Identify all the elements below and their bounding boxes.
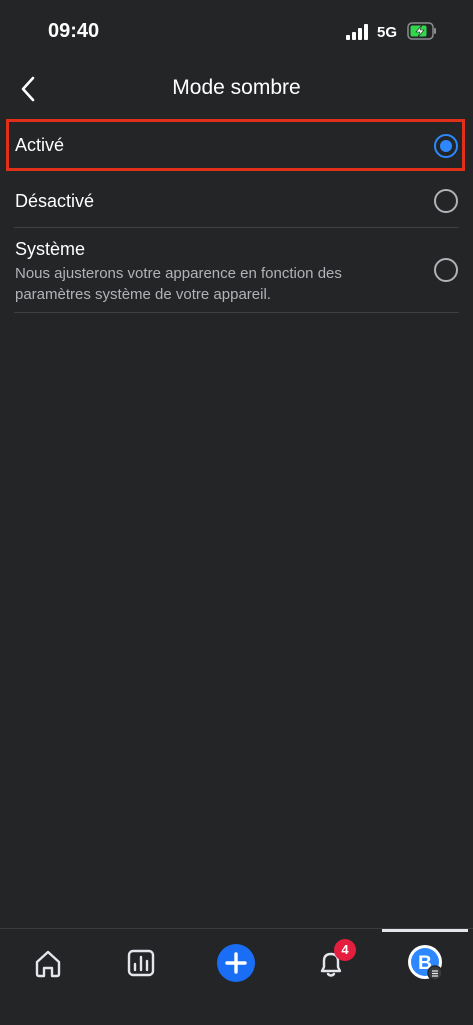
- page-title: Mode sombre: [172, 76, 301, 99]
- option-inactive[interactable]: Désactivé: [0, 174, 473, 228]
- radio-unselected-icon[interactable]: [434, 189, 458, 213]
- tab-create[interactable]: [216, 943, 256, 983]
- chart-icon: [127, 949, 155, 977]
- battery-charging-icon: [407, 22, 436, 40]
- active-tab-indicator: [382, 929, 468, 932]
- highlight-box: [6, 119, 465, 171]
- avatar-icon: B: [408, 945, 443, 981]
- notification-badge: 4: [334, 939, 356, 961]
- header: Mode sombre: [0, 62, 473, 116]
- network-type: 5G: [377, 24, 398, 41]
- option-label: Désactivé: [15, 191, 95, 211]
- option-description: Nous ajusterons votre apparence en fonct…: [15, 265, 342, 303]
- divider: [14, 312, 459, 313]
- tab-profile[interactable]: B: [405, 943, 445, 983]
- tab-bar: B: [0, 928, 473, 1025]
- tab-stats[interactable]: [121, 943, 161, 983]
- status-bar: 09:40 5G: [0, 0, 473, 62]
- home-icon: [35, 950, 61, 978]
- plus-icon: [217, 944, 255, 982]
- status-time: 09:40: [48, 20, 100, 42]
- radio-unselected-icon[interactable]: [434, 258, 458, 282]
- signal-bars-icon: [346, 24, 370, 40]
- option-system[interactable]: Système Nous ajusterons votre apparence …: [0, 228, 473, 312]
- tab-home[interactable]: [28, 943, 68, 983]
- option-label: Système: [15, 239, 86, 259]
